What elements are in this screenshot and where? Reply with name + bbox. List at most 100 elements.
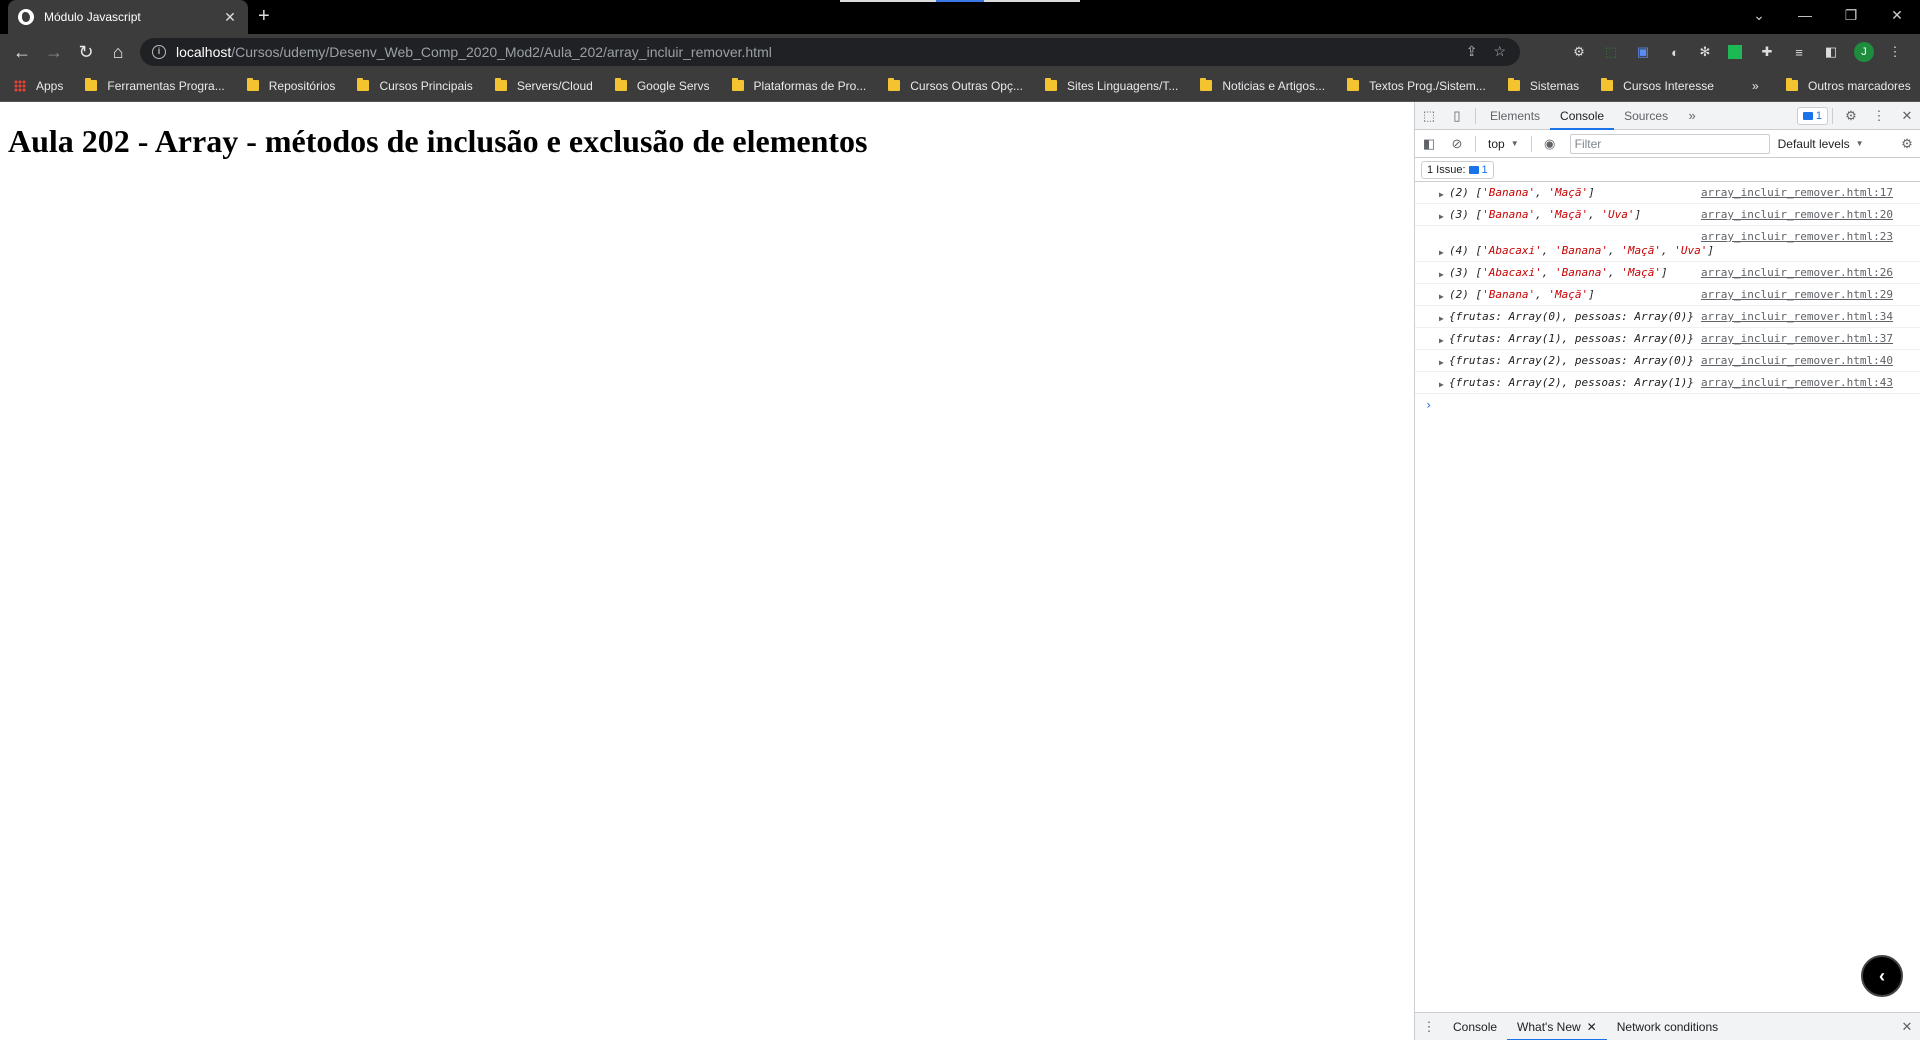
new-tab-button[interactable]: + [258, 6, 270, 26]
console-source-link[interactable]: array_incluir_remover.html:43 [1701, 375, 1893, 390]
bookmark-folder[interactable]: Ferramentas Progra... [85, 78, 225, 93]
tab-search-icon[interactable]: ⌄ [1736, 0, 1782, 30]
bookmark-folder[interactable]: Cursos Outras Opç... [888, 78, 1023, 93]
expand-triangle-icon[interactable]: ▶ [1439, 377, 1444, 392]
console-log-row[interactable]: ▶ (2) ['Banana', 'Maçã'] array_incluir_rem… [1415, 182, 1920, 204]
extensions-puzzle-icon[interactable]: ✚ [1758, 43, 1776, 61]
bookmark-folder[interactable]: Sistemas [1507, 78, 1579, 93]
extension-screenshot-icon[interactable]: ⬚ [1602, 43, 1620, 61]
live-expression-eye-icon[interactable]: ◉ [1536, 130, 1564, 158]
bookmark-folder[interactable]: Cursos Principais [357, 78, 473, 93]
page-viewport: Aula 202 - Array - métodos de inclusão e… [0, 102, 1414, 1040]
bookmark-folder[interactable]: Noticias e Artigos... [1200, 78, 1325, 93]
bookmark-folder[interactable]: Sites Linguagens/T... [1044, 78, 1178, 93]
bookmarks-overflow-button[interactable]: » [1752, 79, 1759, 93]
expand-triangle-icon[interactable]: ▶ [1439, 187, 1444, 202]
folder-icon [246, 78, 259, 91]
settings-gear-icon[interactable]: ⚙ [1837, 102, 1865, 130]
back-icon[interactable]: ← [6, 36, 38, 68]
inspect-element-icon[interactable]: ⬚ [1415, 102, 1443, 130]
clear-console-icon[interactable]: ⊘ [1443, 130, 1471, 158]
floating-back-button[interactable]: ‹ [1861, 955, 1903, 997]
devtools-menu-icon[interactable]: ⋮ [1865, 102, 1893, 130]
console-log-row[interactable]: ▶ {frutas: Array(2), pessoas: Array(0)} ar… [1415, 350, 1920, 372]
devtools-panel: ⬚ ▯ Elements Console Sources » 1 ⚙ ⋮ ✕ ◧… [1414, 102, 1920, 1040]
console-source-link[interactable]: array_incluir_remover.html:40 [1701, 353, 1893, 368]
context-selector[interactable]: top ▼ [1480, 137, 1527, 151]
reload-icon[interactable]: ↻ [70, 36, 102, 68]
console-log-row[interactable]: ▶ {frutas: Array(0), pessoas: Array(0)} ar… [1415, 306, 1920, 328]
tab-console[interactable]: Console [1550, 102, 1615, 130]
bookmark-folder[interactable]: Cursos Interesse [1601, 78, 1714, 93]
extension-react-icon[interactable]: ✻ [1696, 43, 1714, 61]
minimize-icon[interactable]: — [1782, 0, 1828, 30]
extension-window-icon[interactable]: ▣ [1634, 43, 1652, 61]
console-source-link[interactable]: array_incluir_remover.html:34 [1701, 309, 1893, 324]
console-log-row[interactable]: ▶ {frutas: Array(2), pessoas: Array(1)} ar… [1415, 372, 1920, 394]
close-tab-icon[interactable]: ✕ [1587, 1013, 1597, 1040]
message-icon [1468, 165, 1479, 174]
site-info-icon[interactable]: i [152, 45, 166, 59]
tab-sources[interactable]: Sources [1614, 102, 1678, 130]
tab-elements[interactable]: Elements [1480, 102, 1550, 130]
profile-avatar[interactable]: J [1854, 42, 1874, 62]
drawer-tab-network-conditions[interactable]: Network conditions [1607, 1013, 1728, 1040]
drawer-tab-whats-new[interactable]: What's New ✕ [1507, 1013, 1607, 1040]
bookmark-other[interactable]: Outros marcadores [1786, 78, 1911, 93]
extension-gear-icon[interactable]: ⚙ [1570, 43, 1588, 61]
console-filter-input[interactable] [1569, 133, 1770, 154]
console-log-row[interactable]: ▶ (4) ['Abacaxi', 'Banana', 'Maçã', 'Uva'… [1415, 226, 1920, 262]
home-icon[interactable]: ⌂ [102, 36, 134, 68]
expand-triangle-icon[interactable]: ▶ [1439, 289, 1444, 304]
side-panel-icon[interactable]: ◧ [1822, 43, 1840, 61]
more-tabs-icon[interactable]: » [1678, 102, 1706, 130]
issues-badge[interactable]: 1 [1796, 106, 1828, 125]
extension-green-icon[interactable] [1728, 45, 1742, 59]
console-log-row[interactable]: ▶ (3) ['Abacaxi', 'Banana', 'Maçã'] array_… [1415, 262, 1920, 284]
expand-triangle-icon[interactable]: ▶ [1439, 267, 1444, 282]
menu-kebab-icon[interactable]: ⋮ [1886, 43, 1904, 61]
close-devtools-icon[interactable]: ✕ [1893, 102, 1920, 130]
drawer-tab-console[interactable]: Console [1443, 1013, 1507, 1040]
console-source-link[interactable]: array_incluir_remover.html:17 [1701, 185, 1893, 200]
bookmark-apps[interactable]: Apps [14, 79, 63, 93]
restore-icon[interactable]: ❐ [1828, 0, 1874, 30]
reading-list-icon[interactable]: ≡ [1790, 43, 1808, 61]
bookmark-folder[interactable]: Google Servs [614, 78, 710, 93]
expand-triangle-icon[interactable]: ▶ [1439, 333, 1444, 348]
tab-strip: Módulo Javascript ✕ + ⌄ — ❐ ✕ [0, 0, 1920, 34]
console-source-link[interactable]: array_incluir_remover.html:37 [1701, 331, 1893, 346]
address-bar[interactable]: i localhost/Cursos/udemy/Desenv_Web_Comp… [140, 38, 1520, 66]
bookmark-folder[interactable]: Repositórios [246, 78, 335, 93]
close-drawer-icon[interactable]: ✕ [1893, 1013, 1920, 1040]
bookmark-folder[interactable]: Textos Prog./Sistem... [1347, 78, 1486, 93]
console-log-row[interactable]: ▶ (2) ['Banana', 'Maçã'] array_incluir_rem… [1415, 284, 1920, 306]
expand-triangle-icon[interactable]: ▶ [1439, 355, 1444, 370]
bookmark-folder[interactable]: Plataformas de Pro... [731, 78, 866, 93]
console-log-row[interactable]: ▶ {frutas: Array(1), pessoas: Array(0)} ar… [1415, 328, 1920, 350]
log-levels-dropdown[interactable]: Default levels ▼ [1778, 137, 1864, 151]
console-prompt[interactable]: › [1415, 394, 1920, 412]
bookmark-folder[interactable]: Servers/Cloud [494, 78, 593, 93]
console-source-link[interactable]: array_incluir_remover.html:26 [1701, 265, 1893, 280]
forward-icon[interactable]: → [38, 36, 70, 68]
expand-triangle-icon[interactable]: ▶ [1439, 209, 1444, 224]
device-toolbar-icon[interactable]: ▯ [1443, 102, 1471, 130]
console-source-link[interactable]: array_incluir_remover.html:23 [1701, 229, 1893, 244]
window-close-icon[interactable]: ✕ [1874, 0, 1920, 30]
console-source-link[interactable]: array_incluir_remover.html:29 [1701, 287, 1893, 302]
tab-close-icon[interactable]: ✕ [222, 9, 238, 26]
console-settings-icon[interactable]: ⚙ [1893, 130, 1920, 158]
page-title: Aula 202 - Array - métodos de inclusão e… [8, 123, 868, 159]
browser-tab-active[interactable]: Módulo Javascript ✕ [8, 0, 248, 34]
console-log-row[interactable]: ▶ (3) ['Banana', 'Maçã', 'Uva'] array_incl… [1415, 204, 1920, 226]
extension-circle-icon[interactable]: ◐ [1666, 43, 1684, 61]
share-icon[interactable]: ⇪ [1466, 43, 1478, 60]
issues-link[interactable]: 1 Issue: 1 [1421, 160, 1494, 179]
bookmark-star-icon[interactable]: ☆ [1493, 43, 1506, 60]
sidebar-toggle-icon[interactable]: ◧ [1415, 130, 1443, 158]
expand-triangle-icon[interactable]: ▶ [1439, 311, 1444, 326]
drawer-menu-icon[interactable]: ⋮ [1415, 1013, 1443, 1040]
console-source-link[interactable]: array_incluir_remover.html:20 [1701, 207, 1893, 222]
divider [1475, 135, 1476, 152]
